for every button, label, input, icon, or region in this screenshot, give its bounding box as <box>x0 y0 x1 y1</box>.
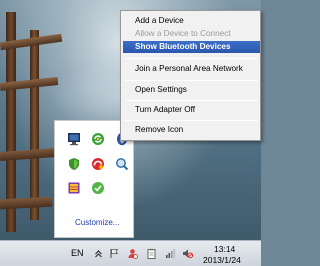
shield-icon[interactable] <box>66 156 82 172</box>
signal-bars-icon[interactable] <box>164 247 176 259</box>
menu-separator <box>125 58 258 59</box>
bluetooth-context-menu: Add a Device Allow a Device to Connect S… <box>120 10 261 141</box>
clock-date[interactable]: 2013/1/24 <box>203 255 241 265</box>
menu-separator <box>125 100 258 101</box>
menu-item-remove-icon[interactable]: Remove Icon <box>123 124 260 136</box>
menu-item-open-settings[interactable]: Open Settings <box>123 84 260 96</box>
menu-item-join-personal-area-network[interactable]: Join a Personal Area Network <box>123 63 260 75</box>
user-alert-icon[interactable] <box>126 247 138 259</box>
clock-time[interactable]: 13:14 <box>214 244 235 254</box>
search-icon[interactable] <box>114 156 130 172</box>
menu-separator <box>125 80 258 81</box>
green-check-icon[interactable] <box>90 180 106 196</box>
flag-icon[interactable] <box>108 247 120 259</box>
red-swirl-icon[interactable] <box>90 156 106 172</box>
menu-item-show-bluetooth-devices[interactable]: Show Bluetooth Devices <box>123 41 260 53</box>
taskbar: EN 13:14 2013/1/24 <box>0 240 261 266</box>
menu-separator <box>125 120 258 121</box>
green-refresh-icon[interactable] <box>90 131 106 147</box>
menu-item-allow-device-connect: Allow a Device to Connect <box>135 29 231 38</box>
show-hidden-icons-chevron-icon[interactable] <box>92 247 104 259</box>
clipboard-icon[interactable] <box>145 247 157 259</box>
archive-icon[interactable] <box>66 180 82 196</box>
customize-link[interactable]: Customize... <box>75 218 119 227</box>
wallpaper-bridge-railing <box>0 0 63 240</box>
volume-muted-icon[interactable] <box>181 247 193 259</box>
language-indicator[interactable]: EN <box>71 248 84 258</box>
menu-item-turn-adapter-off[interactable]: Turn Adapter Off <box>123 104 260 116</box>
menu-item-add-device[interactable]: Add a Device <box>123 15 260 27</box>
network-monitor-icon[interactable] <box>66 131 82 147</box>
